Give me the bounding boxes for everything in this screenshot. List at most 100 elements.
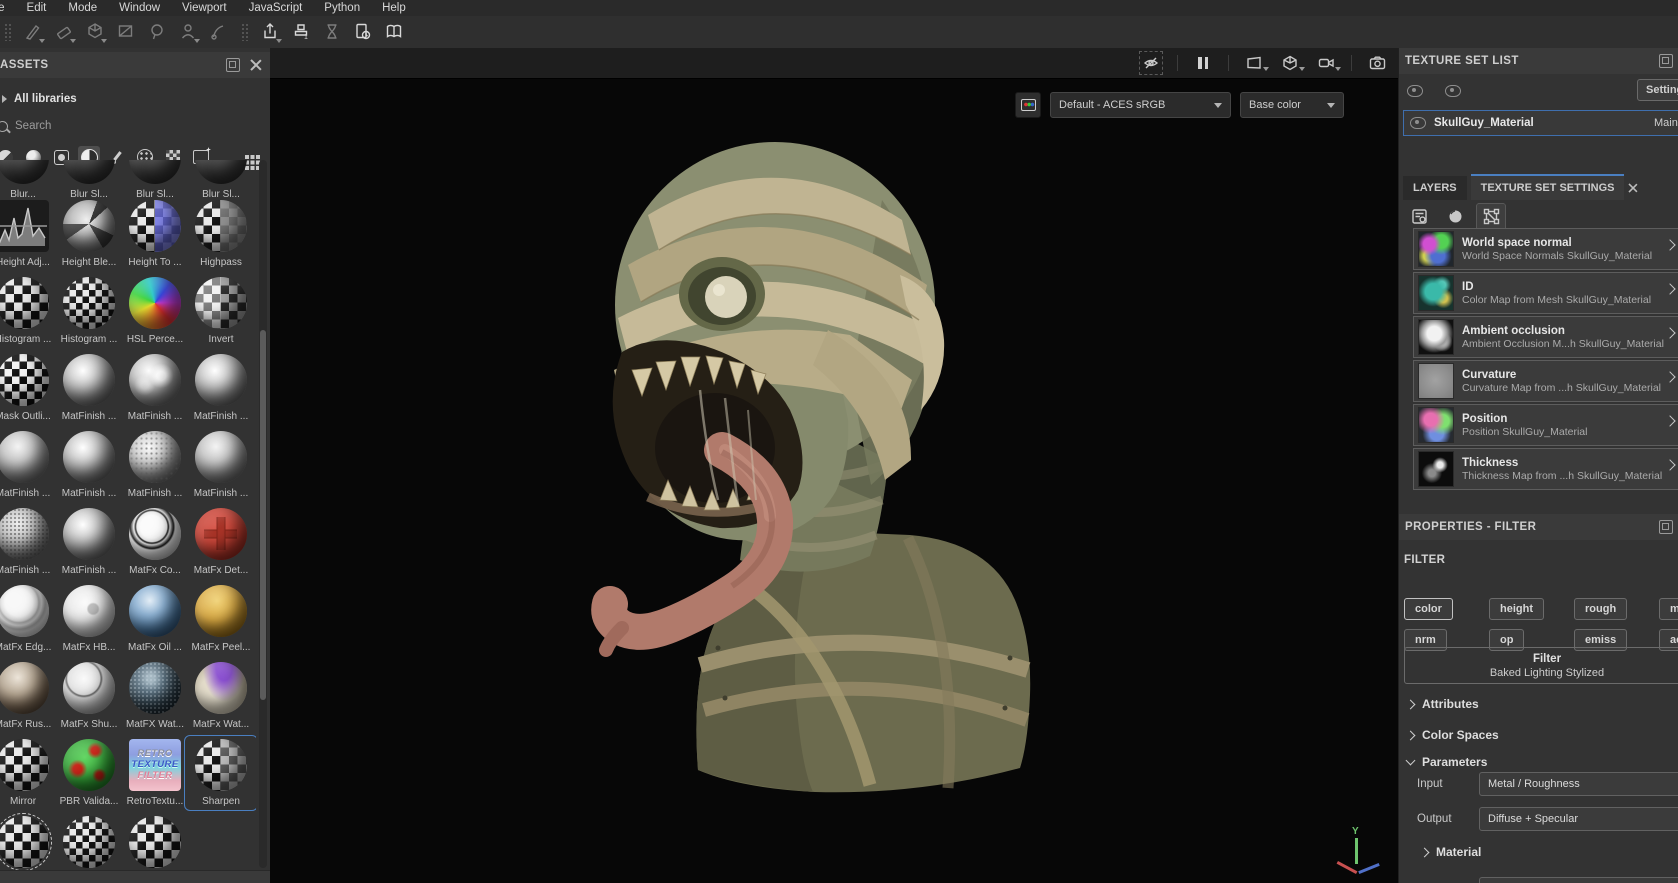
camera-icon[interactable] bbox=[1315, 52, 1337, 74]
chevron-right-icon[interactable] bbox=[1664, 415, 1675, 426]
group-material[interactable]: Material bbox=[1421, 845, 1481, 859]
mesh-map-row-ambient-occlusion[interactable]: Ambient occlusionAmbient Occlusion M...h… bbox=[1413, 316, 1678, 358]
viewport-3d[interactable]: Default - ACES sRGB Base color Y bbox=[270, 48, 1398, 883]
asset-item[interactable]: Histogram ... bbox=[56, 277, 122, 345]
menu-python[interactable]: Python bbox=[324, 2, 360, 14]
asset-item[interactable]: MatFinish ... bbox=[188, 354, 254, 422]
asset-item[interactable]: MatFinish ... bbox=[56, 431, 122, 499]
menu-mode[interactable]: Mode bbox=[68, 2, 97, 14]
polygon-fill-tool-button[interactable] bbox=[113, 19, 139, 45]
smudge-tool-button[interactable] bbox=[206, 19, 232, 45]
asset-item[interactable]: Blur Sl... bbox=[188, 160, 254, 198]
chevron-right-icon[interactable] bbox=[1664, 459, 1675, 470]
menu-edit[interactable]: Edit bbox=[27, 2, 47, 14]
eye-icon[interactable] bbox=[1410, 117, 1426, 129]
pause-engine-icon[interactable] bbox=[1192, 52, 1214, 74]
menu-file[interactable]: File bbox=[0, 2, 5, 14]
display-settings-button[interactable] bbox=[1015, 92, 1041, 118]
float-panel-icon[interactable] bbox=[1659, 520, 1673, 534]
shelf-tool-button[interactable] bbox=[381, 19, 407, 45]
texture-set-row-selected[interactable]: SkullGuy_Material Main bbox=[1403, 110, 1678, 136]
asset-item[interactable]: Sharpen bbox=[188, 739, 254, 807]
asset-item[interactable]: Blur Sl... bbox=[122, 160, 188, 198]
tab-layers[interactable]: LAYERS bbox=[1403, 176, 1467, 200]
subtab-material-icon[interactable] bbox=[1441, 204, 1469, 228]
hourglass-tool-button[interactable] bbox=[319, 19, 345, 45]
mesh-map-row-curvature[interactable]: CurvatureCurvature Map from ...h SkullGu… bbox=[1413, 360, 1678, 402]
asset-item[interactable] bbox=[0, 816, 56, 868]
asset-item[interactable]: MatFinish ... bbox=[122, 431, 188, 499]
asset-item[interactable]: HSL Perce... bbox=[122, 277, 188, 345]
hide-ui-icon[interactable] bbox=[1139, 51, 1163, 75]
settings-button[interactable]: Settings bbox=[1637, 79, 1678, 101]
asset-item[interactable]: RETROTEXTUREFILTERRetroTextu... bbox=[122, 739, 188, 807]
float-panel-icon[interactable] bbox=[226, 58, 240, 72]
solo-view-icon[interactable] bbox=[1445, 85, 1461, 97]
export-tool-button[interactable] bbox=[257, 19, 283, 45]
asset-item[interactable]: Invert bbox=[188, 277, 254, 345]
asset-item[interactable]: MatFx Edg... bbox=[0, 585, 56, 653]
asset-item[interactable]: Height Ble... bbox=[56, 200, 122, 268]
asset-item[interactable]: MatFinish ... bbox=[0, 508, 56, 576]
mesh-display-icon[interactable] bbox=[1279, 52, 1301, 74]
group-attributes[interactable]: Attributes bbox=[1407, 697, 1479, 711]
asset-item[interactable]: MatFX Wat... bbox=[122, 662, 188, 730]
subtab-mesh-maps-icon[interactable] bbox=[1477, 204, 1505, 228]
display-mode-icon[interactable] bbox=[1243, 52, 1265, 74]
asset-item[interactable]: MatFx Wat... bbox=[188, 662, 254, 730]
asset-item[interactable]: Blur Sl... bbox=[56, 160, 122, 198]
group-parameters[interactable]: Parameters bbox=[1407, 755, 1487, 769]
color-profile-dropdown[interactable]: Default - ACES sRGB bbox=[1050, 92, 1231, 118]
close-tab-icon[interactable] bbox=[1624, 176, 1642, 200]
channel-dropdown[interactable]: Base color bbox=[1240, 92, 1344, 118]
asset-item[interactable]: MatFinish ... bbox=[0, 431, 56, 499]
asset-item[interactable]: MatFx HB... bbox=[56, 585, 122, 653]
channel-color-button[interactable]: color bbox=[1404, 598, 1453, 620]
assets-scrollbar[interactable] bbox=[259, 160, 267, 868]
asset-item[interactable]: Highpass bbox=[188, 200, 254, 268]
chevron-right-icon[interactable] bbox=[1664, 239, 1675, 250]
asset-item[interactable]: Mirror bbox=[0, 739, 56, 807]
asset-item[interactable]: MatFinish ... bbox=[56, 508, 122, 576]
asset-item[interactable]: PBR Valida... bbox=[56, 739, 122, 807]
search-field[interactable]: Search bbox=[0, 114, 270, 138]
asset-item[interactable] bbox=[122, 816, 188, 868]
filter-resource-button[interactable]: Filter Baked Lighting Stylized bbox=[1404, 647, 1678, 684]
toolbar-grip[interactable] bbox=[4, 23, 11, 41]
decal-tool-button[interactable] bbox=[144, 19, 170, 45]
eraser-tool-button[interactable] bbox=[51, 19, 77, 45]
asset-item[interactable]: Blur... bbox=[0, 160, 56, 198]
asset-item[interactable]: MatFx Det... bbox=[188, 508, 254, 576]
asset-item[interactable]: MatFx Oil ... bbox=[122, 585, 188, 653]
asset-item[interactable]: MatFx Co... bbox=[122, 508, 188, 576]
close-panel-icon[interactable] bbox=[250, 59, 262, 71]
group-color-spaces[interactable]: Color Spaces bbox=[1407, 728, 1499, 742]
subtab-settings-icon[interactable] bbox=[1405, 204, 1433, 228]
chevron-right-icon[interactable] bbox=[1664, 371, 1675, 382]
channel-rough-button[interactable]: rough bbox=[1574, 598, 1627, 620]
channel-met-button[interactable]: met bbox=[1659, 598, 1678, 620]
menu-window[interactable]: Window bbox=[119, 2, 160, 14]
asset-item[interactable]: MatFx Shu... bbox=[56, 662, 122, 730]
float-panel-icon[interactable] bbox=[1659, 54, 1673, 68]
brush-tool-button[interactable] bbox=[20, 19, 46, 45]
chevron-right-icon[interactable] bbox=[1664, 327, 1675, 338]
mummy-skull-model[interactable] bbox=[270, 48, 1398, 883]
asset-item[interactable]: Height Adj... bbox=[0, 200, 56, 268]
tab-texture-set-settings[interactable]: TEXTURE SET SETTINGS bbox=[1471, 174, 1625, 200]
asset-item[interactable]: MatFx Rus... bbox=[0, 662, 56, 730]
mesh-map-row-id[interactable]: IDColor Map from Mesh SkullGuy_Material bbox=[1413, 272, 1678, 314]
assets-scrollbar-thumb[interactable] bbox=[260, 330, 266, 700]
menu-help[interactable]: Help bbox=[382, 2, 406, 14]
menu-javascript[interactable]: JavaScript bbox=[249, 2, 303, 14]
chevron-right-icon[interactable] bbox=[1664, 283, 1675, 294]
mesh-map-row-world-space-normal[interactable]: World space normalWorld Space Normals Sk… bbox=[1413, 228, 1678, 270]
output-select[interactable]: Diffuse + Specular bbox=[1479, 807, 1678, 831]
mesh-map-row-thickness[interactable]: ThicknessThickness Map from ...h SkullGu… bbox=[1413, 448, 1678, 490]
resources-tool-button[interactable] bbox=[350, 19, 376, 45]
toolbar-grip[interactable] bbox=[241, 23, 248, 41]
navigation-gizmo[interactable]: Y bbox=[1348, 826, 1392, 883]
asset-item[interactable]: MatFinish ... bbox=[122, 354, 188, 422]
clone-tool-button[interactable] bbox=[175, 19, 201, 45]
asset-item[interactable]: Mask Outli... bbox=[0, 354, 56, 422]
